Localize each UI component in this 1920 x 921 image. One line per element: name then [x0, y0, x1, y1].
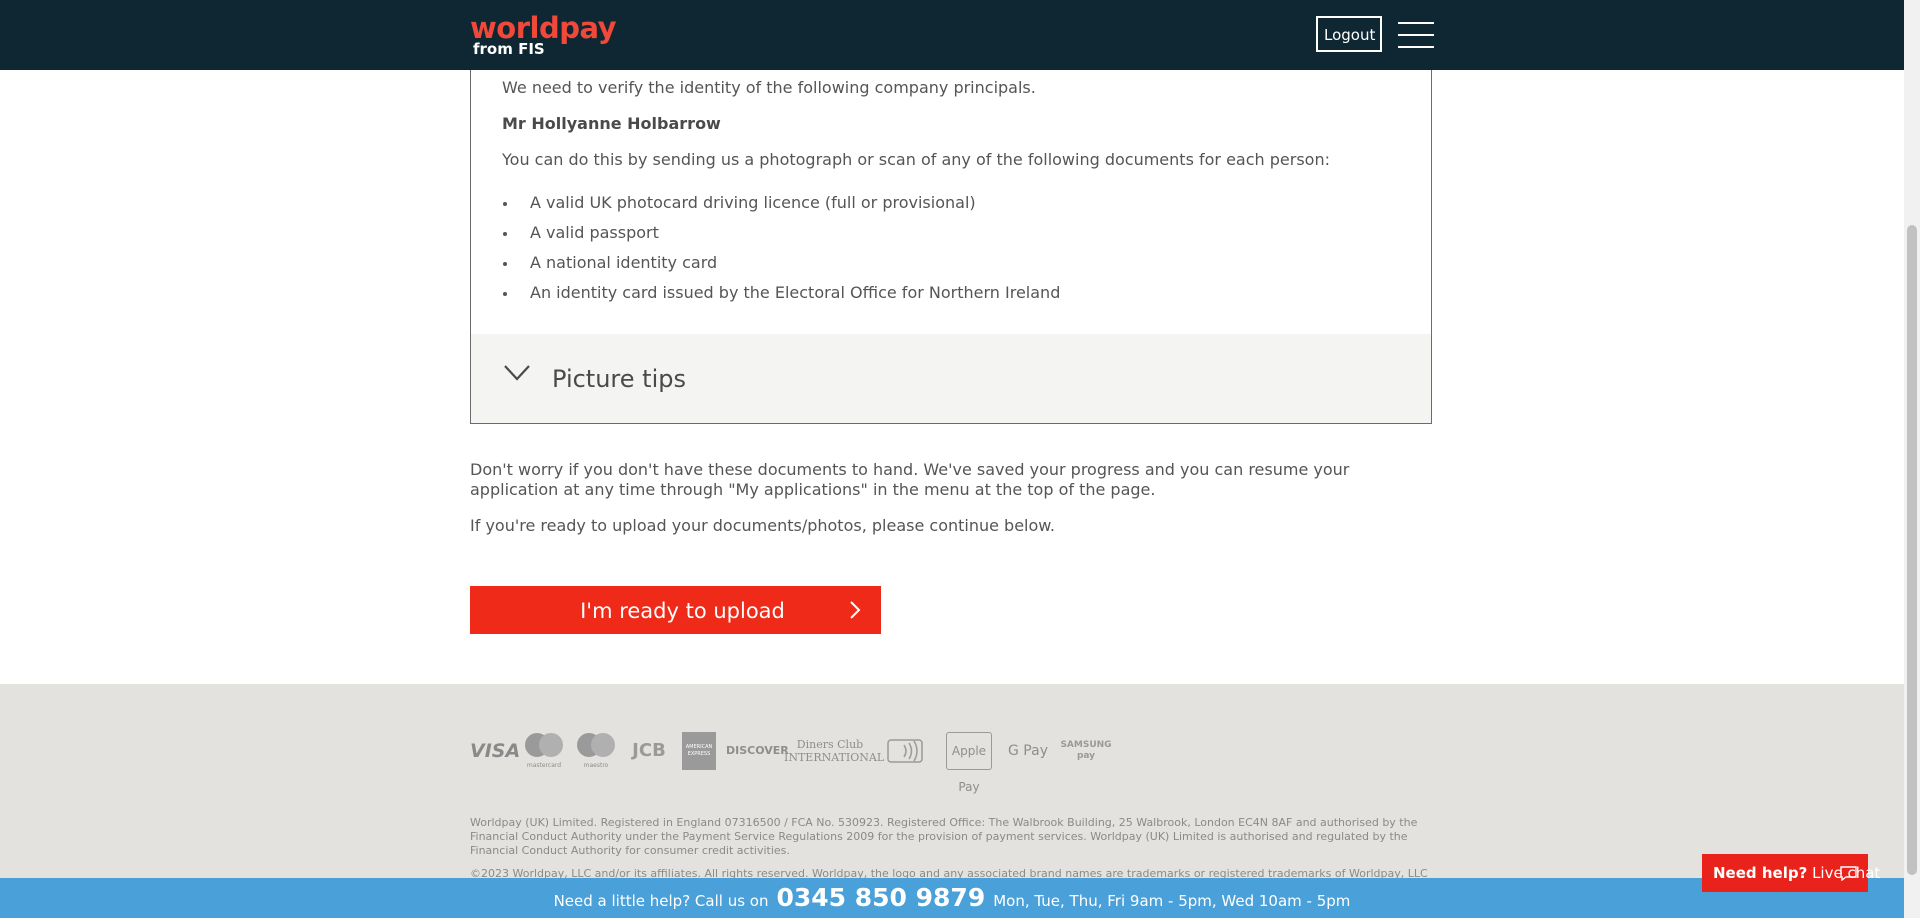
picture-tips-label: Picture tips — [552, 365, 686, 393]
chevron-down-icon — [504, 365, 530, 381]
document-label: An identity card issued by the Electoral… — [530, 283, 1061, 302]
help-prefix: Need a little help? Call us on — [553, 892, 769, 910]
page-scrollbar[interactable] — [1904, 0, 1920, 918]
principal-name: Mr Hollyanne Holbarrow — [502, 114, 721, 133]
help-hours: Mon, Tue, Thu, Fri 9am - 5pm, Wed 10am -… — [993, 892, 1351, 910]
worldpay-logo[interactable]: worldpay from FIS — [470, 10, 617, 60]
verification-panel: We need to verify the identity of the fo… — [470, 70, 1432, 424]
document-label: A national identity card — [530, 253, 718, 272]
chevron-right-icon — [850, 601, 861, 619]
apple-pay-icon: Apple Pay — [946, 732, 992, 794]
logo-subtitle: from FIS — [473, 40, 545, 58]
jcb-icon: JCB — [632, 740, 666, 761]
picture-tips-accordion[interactable]: Picture tips — [471, 334, 1431, 423]
chat-bubble-icon — [1840, 866, 1857, 881]
mastercard-label: mastercard — [526, 762, 562, 769]
list-item: A valid passport — [502, 218, 1060, 248]
mastercard-icon: mastercard — [522, 732, 566, 770]
logout-button[interactable]: Logout — [1316, 16, 1382, 52]
intro-text: We need to verify the identity of the fo… — [502, 78, 1036, 97]
maestro-icon: maestro — [574, 732, 618, 770]
scrollbar-thumb[interactable] — [1907, 225, 1917, 875]
list-item: A valid UK photocard driving licence (fu… — [502, 188, 1060, 218]
amex-icon: AMERICAN EXPRESS — [682, 732, 716, 770]
legal-registration-text: Worldpay (UK) Limited. Registered in Eng… — [470, 816, 1418, 857]
list-item: A national identity card — [502, 248, 1060, 278]
samsung-pay-icon: SAMSUNG pay — [1060, 740, 1112, 761]
bullet-icon — [503, 232, 507, 236]
contactless-icon — [884, 732, 934, 770]
document-label: A valid passport — [530, 223, 659, 242]
bullet-icon — [503, 292, 507, 296]
live-chat-bold: Need help? — [1713, 864, 1808, 882]
payment-methods: VISA mastercard maestro JCB AMERICAN EXP… — [470, 732, 1130, 794]
ready-note: If you're ready to upload your documents… — [470, 516, 1055, 535]
hamburger-menu-icon[interactable] — [1398, 22, 1434, 48]
google-pay-icon: G Pay — [1008, 743, 1048, 759]
diners-club-icon: Diners Club INTERNATIONAL — [784, 738, 885, 764]
discover-icon: DISCOVER — [726, 744, 789, 757]
help-phone-bar: Need a little help? Call us on 0345 850 … — [0, 878, 1904, 918]
resume-note: Don't worry if you don't have these docu… — [470, 460, 1350, 499]
instruction-text: You can do this by sending us a photogra… — [502, 150, 1330, 169]
document-label: A valid UK photocard driving licence (fu… — [530, 193, 976, 212]
visa-icon: VISA — [470, 740, 521, 762]
help-phone-number[interactable]: 0345 850 9879 — [776, 878, 985, 918]
maestro-label: maestro — [583, 762, 609, 769]
list-item: An identity card issued by the Electoral… — [502, 278, 1060, 308]
live-chat-button[interactable]: Need help? Live chat — [1702, 854, 1880, 892]
upload-button-label: I'm ready to upload — [580, 599, 785, 623]
document-list: A valid UK photocard driving licence (fu… — [502, 188, 1060, 308]
ready-to-upload-button[interactable]: I'm ready to upload — [470, 586, 881, 634]
top-header: worldpay from FIS Logout — [0, 0, 1904, 70]
bullet-icon — [503, 202, 507, 206]
bullet-icon — [503, 262, 507, 266]
